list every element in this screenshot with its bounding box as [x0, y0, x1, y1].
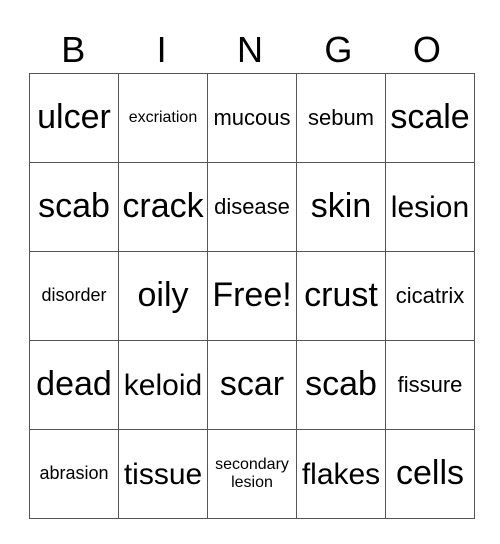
header-letter: I — [156, 29, 167, 70]
header-letter: N — [237, 29, 264, 70]
header-letter: B — [61, 29, 86, 70]
bingo-cell[interactable]: mucous — [207, 73, 297, 163]
bingo-row: scab crack disease skin lesion — [29, 162, 475, 252]
bingo-cell[interactable]: excriation — [118, 73, 208, 163]
header-letter: O — [412, 29, 441, 70]
bingo-row: ulcer excriation mucous sebum scale — [29, 73, 475, 163]
bingo-cell[interactable]: oily — [118, 251, 208, 341]
free-space-cell[interactable]: Free! — [207, 251, 297, 341]
bingo-cell[interactable]: tissue — [118, 429, 208, 519]
bingo-cell[interactable]: abrasion — [29, 429, 119, 519]
bingo-cell[interactable]: scar — [207, 340, 297, 430]
bingo-row: abrasion tissue secondary lesion flakes cell… — [29, 429, 475, 519]
bingo-cell[interactable]: cells — [385, 429, 475, 519]
bingo-cell[interactable]: keloid — [118, 340, 208, 430]
bingo-cell[interactable]: flakes — [296, 429, 386, 519]
bingo-cell[interactable]: disease — [207, 162, 297, 252]
bingo-cell[interactable]: cicatrix — [385, 251, 475, 341]
bingo-cell[interactable]: scab — [29, 162, 119, 252]
bingo-cell[interactable]: skin — [296, 162, 386, 252]
bingo-cell[interactable]: crust — [296, 251, 386, 341]
bingo-cell[interactable]: secondary lesion — [207, 429, 297, 519]
bingo-row: dead keloid scar scab fissure — [29, 340, 475, 430]
bingo-cell[interactable]: fissure — [385, 340, 475, 430]
bingo-grid: ulcer excriation mucous sebum scale scab crack… — [29, 73, 475, 519]
bingo-cell[interactable]: ulcer — [29, 73, 119, 163]
bingo-cell[interactable]: scale — [385, 73, 475, 163]
bingo-cell[interactable]: lesion — [385, 162, 475, 252]
bingo-cell[interactable]: scab — [296, 340, 386, 430]
bingo-cell[interactable]: dead — [29, 340, 119, 430]
bingo-header: B I N G O — [29, 28, 471, 72]
bingo-cell[interactable]: disorder — [29, 251, 119, 341]
header-letter: G — [324, 29, 353, 70]
bingo-cell[interactable]: crack — [118, 162, 208, 252]
bingo-row: disorder oily Free! crust cicatrix — [29, 251, 475, 341]
bingo-cell[interactable]: sebum — [296, 73, 386, 163]
